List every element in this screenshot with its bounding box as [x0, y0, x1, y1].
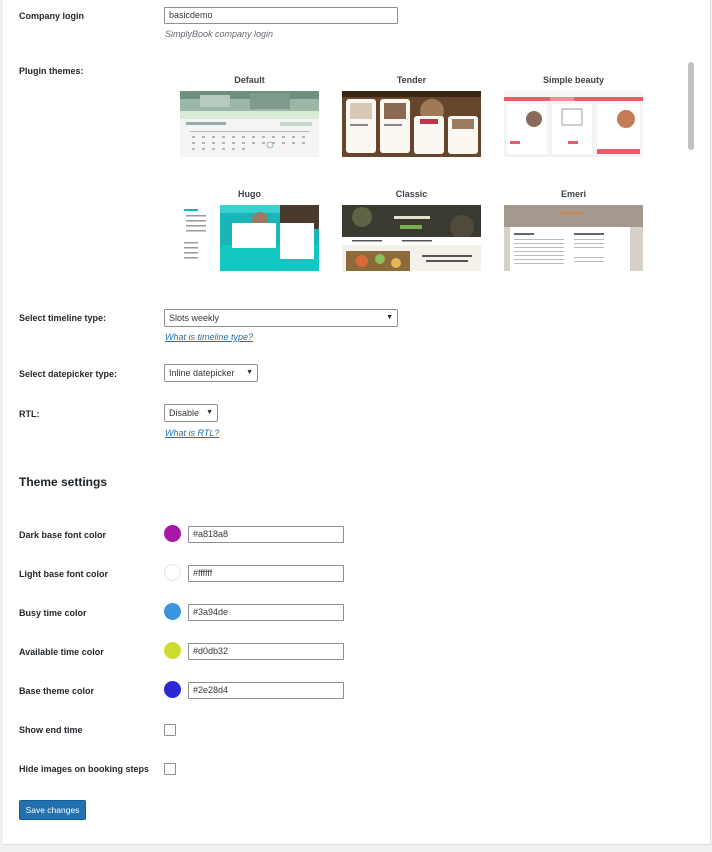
light-font-color-label: Light base font color	[19, 569, 108, 579]
theme-title-classic: Classic	[395, 189, 428, 199]
hide-images-checkbox[interactable]	[164, 763, 176, 775]
dark-font-color-swatch[interactable]	[164, 525, 181, 542]
save-changes-button[interactable]: Save changes	[19, 800, 86, 820]
rtl-value: Disable	[169, 408, 200, 418]
theme-title-tender: Tender	[396, 75, 427, 85]
show-end-time-label: Show end time	[19, 725, 83, 735]
timeline-type-value: Slots weekly	[169, 313, 220, 323]
timeline-type-label: Select timeline type:	[19, 313, 107, 323]
theme-settings-heading: Theme settings	[19, 475, 108, 489]
company-login-label: Company login	[19, 11, 84, 21]
rtl-help-link[interactable]: What is RTL?	[165, 428, 219, 438]
base-theme-color-swatch[interactable]	[164, 681, 181, 698]
available-time-color-label: Available time color	[19, 647, 104, 657]
chevron-down-icon: ▼	[206, 409, 213, 416]
busy-time-color-input[interactable]: #3a94de	[188, 604, 344, 621]
busy-time-color-label: Busy time color	[19, 608, 87, 618]
hide-images-label: Hide images on booking steps	[19, 764, 150, 774]
timeline-type-select[interactable]: Slots weekly ▼	[164, 309, 398, 327]
theme-thumbnail-classic[interactable]	[342, 205, 481, 271]
theme-thumbnail-tender[interactable]	[342, 91, 481, 157]
company-login-input[interactable]: basicdemo	[164, 7, 398, 24]
theme-thumbnail-default[interactable]	[180, 91, 319, 157]
theme-thumbnail-simple-beauty[interactable]	[504, 91, 643, 157]
light-font-color-swatch[interactable]	[164, 564, 181, 581]
dark-font-color-input[interactable]: #a818a8	[188, 526, 344, 543]
base-theme-color-label: Base theme color	[19, 686, 95, 696]
show-end-time-checkbox[interactable]	[164, 724, 176, 736]
base-theme-color-input[interactable]: #2e28d4	[188, 682, 344, 699]
available-time-color-swatch[interactable]	[164, 642, 181, 659]
timeline-type-help-link[interactable]: What is timeline type?	[165, 332, 253, 342]
datepicker-type-value: Inline datepicker	[169, 368, 235, 378]
company-login-description: SimplyBook company login	[165, 29, 274, 39]
chevron-down-icon: ▼	[386, 314, 393, 321]
theme-title-hugo: Hugo	[238, 189, 261, 199]
datepicker-type-label: Select datepicker type:	[19, 369, 118, 379]
available-time-color-input[interactable]: #d0db32	[188, 643, 344, 660]
themes-scrollbar-thumb[interactable]	[688, 62, 694, 150]
chevron-down-icon: ▼	[246, 369, 253, 376]
theme-thumbnail-emeri[interactable]	[504, 205, 643, 271]
theme-title-simple-beauty: Simple beauty	[542, 75, 605, 85]
rtl-select[interactable]: Disable ▼	[164, 404, 218, 422]
dark-font-color-label: Dark base font color	[19, 530, 107, 540]
rtl-label: RTL:	[19, 409, 40, 419]
datepicker-type-select[interactable]: Inline datepicker ▼	[164, 364, 258, 382]
theme-title-default: Default	[234, 75, 265, 85]
theme-thumbnail-hugo[interactable]	[180, 205, 319, 271]
theme-title-emeri: Emeri	[560, 189, 586, 199]
busy-time-color-swatch[interactable]	[164, 603, 181, 620]
plugin-themes-label: Plugin themes:	[19, 66, 84, 76]
light-font-color-input[interactable]: #ffffff	[188, 565, 344, 582]
